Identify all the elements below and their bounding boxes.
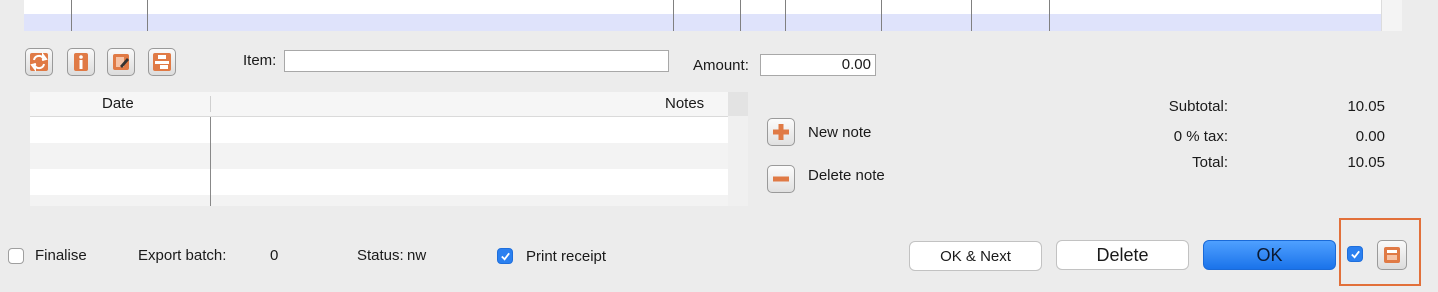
focus-highlight [1339, 218, 1421, 286]
table-row[interactable] [30, 169, 728, 195]
column-divider [785, 0, 786, 31]
refresh-button[interactable] [25, 48, 53, 76]
column-divider [673, 0, 674, 31]
minus-icon [773, 176, 789, 182]
delete-label: Delete [1096, 244, 1149, 265]
subtotal-value: 10.05 [1347, 98, 1385, 115]
info-button[interactable] [67, 48, 95, 76]
line-items-table[interactable] [24, 0, 1381, 31]
ok-button[interactable]: OK [1203, 240, 1336, 270]
print-receipt-label[interactable]: Print receipt [526, 248, 606, 265]
column-divider [147, 0, 148, 31]
notes-table[interactable]: Date Notes [30, 92, 748, 206]
edit-button[interactable] [107, 48, 135, 76]
item-input[interactable] [284, 50, 669, 72]
checkmark-icon [500, 252, 510, 261]
line-items-scrollbar[interactable] [1381, 0, 1402, 31]
table-corner [728, 92, 748, 116]
finalise-checkbox[interactable] [8, 248, 24, 264]
total-value: 10.05 [1347, 154, 1385, 171]
ok-next-label: OK & Next [940, 247, 1011, 265]
export-batch-value: 0 [270, 247, 279, 264]
export-batch-label: Export batch: [138, 247, 227, 264]
total-label: Total: [1192, 154, 1228, 171]
delete-button[interactable]: Delete [1056, 240, 1189, 270]
refresh-icon [30, 52, 48, 72]
finalise-label[interactable]: Finalise [35, 247, 87, 264]
amount-input-value: 0.00 [841, 56, 871, 73]
tax-value: 0.00 [1355, 128, 1385, 145]
selected-row[interactable] [24, 14, 1381, 31]
table-row[interactable] [30, 195, 728, 206]
tax-label: 0 % tax: [1173, 128, 1228, 145]
amount-input[interactable]: 0.00 [760, 54, 876, 76]
ok-label: OK [1256, 244, 1283, 265]
column-divider [1049, 0, 1050, 31]
item-label: Item: [243, 52, 277, 69]
column-divider [881, 0, 882, 31]
info-icon [74, 53, 88, 71]
column-header-notes[interactable]: Notes [665, 95, 704, 112]
new-note-button[interactable] [767, 118, 795, 146]
status-value: nw [407, 247, 427, 264]
table-row[interactable] [30, 117, 728, 143]
notes-scrollbar[interactable] [728, 116, 748, 206]
column-divider [71, 0, 72, 31]
notes-table-header: Date Notes [30, 92, 728, 117]
table-row[interactable] [30, 143, 728, 169]
transfer-button[interactable] [148, 48, 176, 76]
header-divider [210, 96, 211, 112]
column-divider [210, 117, 211, 206]
edit-document-icon [113, 54, 129, 70]
column-divider [740, 0, 741, 31]
transfer-icon [153, 53, 171, 71]
new-note-label[interactable]: New note [808, 124, 871, 141]
status-label: Status: [357, 247, 404, 264]
column-divider [971, 0, 972, 31]
plus-icon [773, 124, 789, 140]
delete-note-button[interactable] [767, 165, 795, 193]
ok-next-button[interactable]: OK & Next [909, 241, 1042, 271]
column-header-date[interactable]: Date [102, 95, 134, 112]
print-receipt-checkbox[interactable] [497, 248, 513, 264]
amount-label: Amount: [693, 57, 749, 74]
delete-note-label[interactable]: Delete note [808, 167, 885, 184]
subtotal-label: Subtotal: [1168, 98, 1228, 115]
